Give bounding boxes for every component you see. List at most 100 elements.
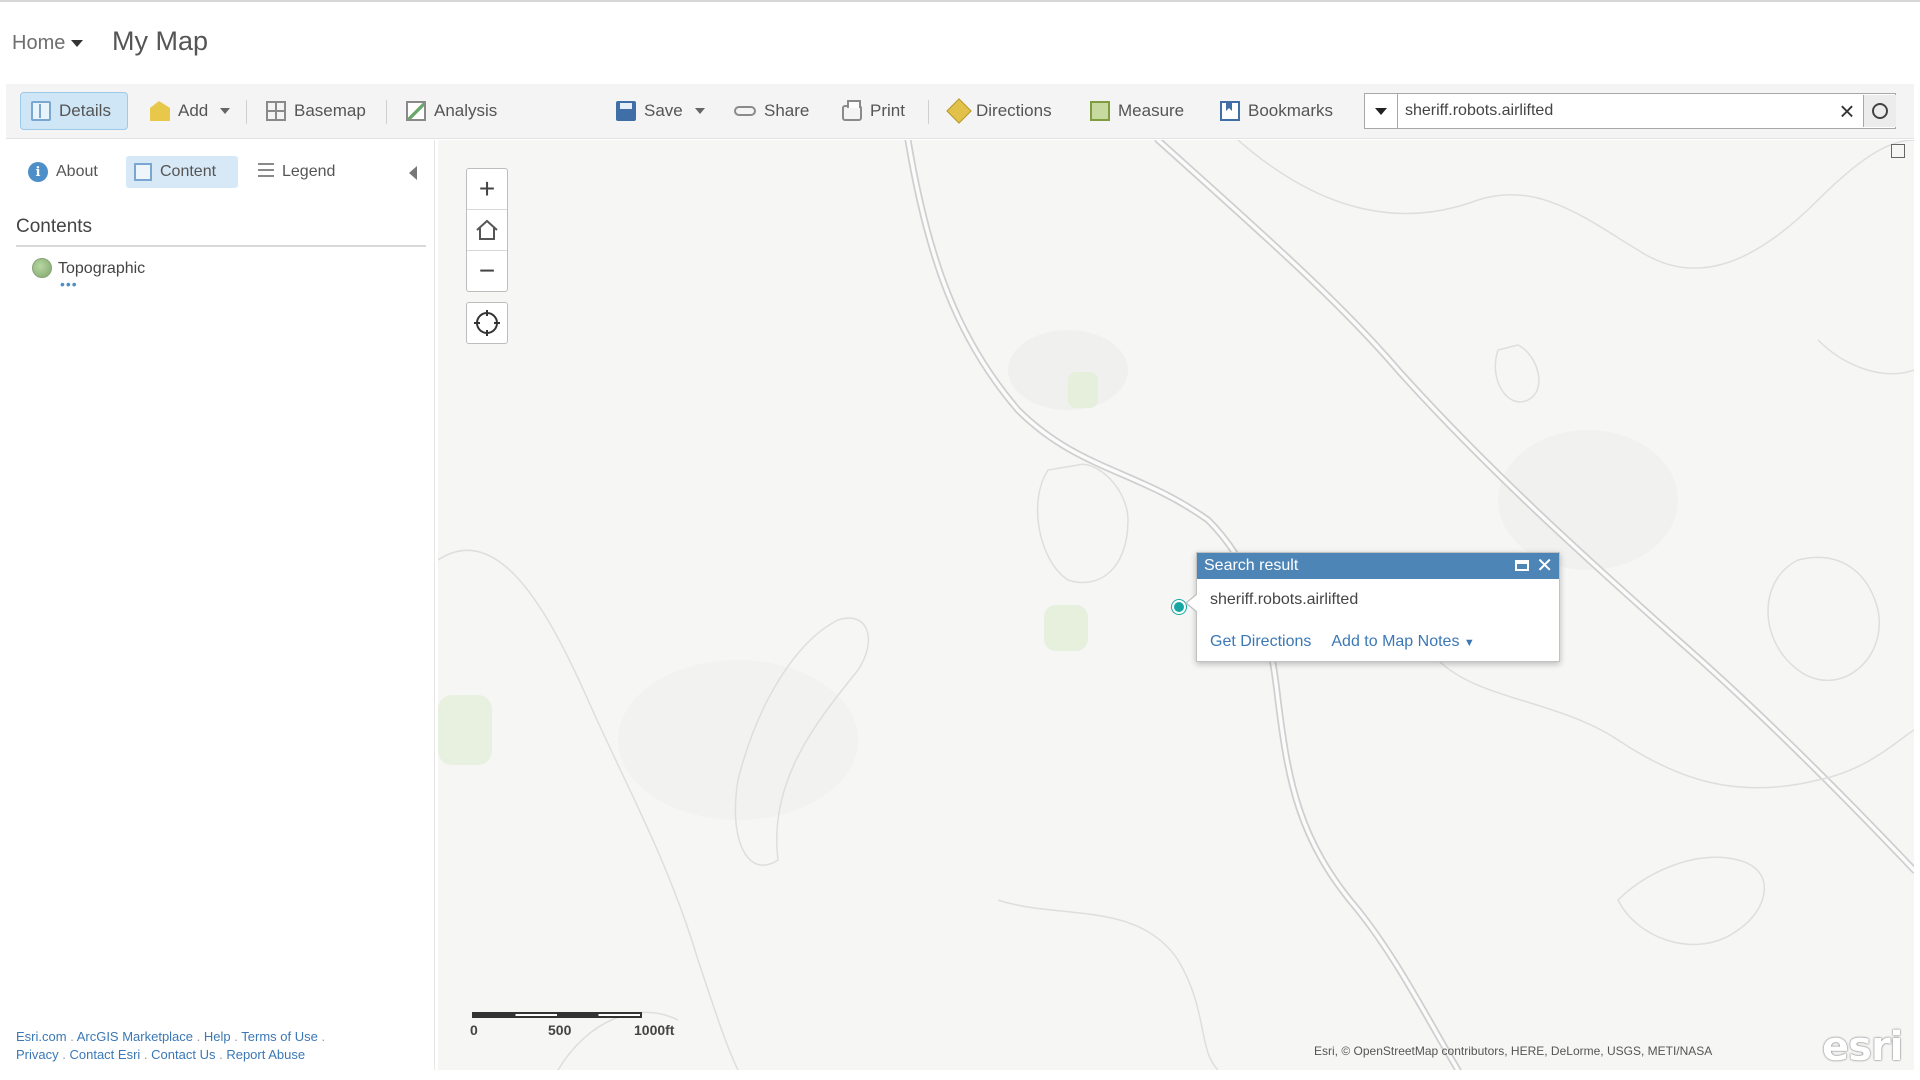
- globe-icon: [32, 258, 52, 278]
- zoom-out-button[interactable]: −: [467, 251, 507, 291]
- tab-legend[interactable]: Legend: [250, 156, 343, 188]
- maximize-icon[interactable]: [1515, 560, 1529, 571]
- scale-label: 1000ft: [634, 1022, 675, 1038]
- esri-logo[interactable]: esri: [1822, 1024, 1903, 1070]
- toolbar-divider: [386, 100, 387, 124]
- side-panel: i About Content Legend Contents Topograp…: [6, 140, 435, 1070]
- footer-link[interactable]: Report Abuse: [226, 1047, 305, 1062]
- toolbar-divider: [246, 100, 247, 124]
- save-button[interactable]: Save: [606, 92, 715, 130]
- directions-label: Directions: [976, 101, 1052, 120]
- directions-icon: [946, 98, 972, 124]
- home-label: Home: [12, 32, 66, 54]
- crosshair-icon: [474, 310, 500, 336]
- top-bar: Home My Map: [0, 0, 1920, 80]
- details-button[interactable]: Details: [20, 92, 128, 130]
- basemap-label: Basemap: [294, 101, 366, 120]
- measure-label: Measure: [1118, 101, 1185, 120]
- popup-content: sheriff.robots.airlifted: [1210, 591, 1359, 608]
- vegetation-patch: [1044, 605, 1088, 651]
- vegetation-patch: [438, 695, 492, 765]
- share-icon: [734, 106, 756, 116]
- details-label: Details: [59, 101, 111, 120]
- search-button[interactable]: [1863, 95, 1896, 127]
- home-extent-button[interactable]: [467, 210, 507, 251]
- zoom-controls: + −: [466, 168, 508, 292]
- measure-button[interactable]: Measure: [1080, 92, 1194, 130]
- locate-button[interactable]: [466, 302, 508, 344]
- add-icon: [150, 101, 170, 121]
- print-label: Print: [870, 101, 905, 120]
- add-label: Add: [178, 101, 209, 120]
- home-icon: [476, 219, 498, 240]
- footer-link[interactable]: ArcGIS Marketplace: [77, 1029, 193, 1044]
- save-icon: [616, 101, 636, 121]
- footer-link[interactable]: Help: [204, 1029, 231, 1044]
- toolbar-divider: [928, 100, 929, 124]
- vegetation-patch: [1068, 372, 1098, 408]
- close-icon[interactable]: ×: [1833, 97, 1861, 125]
- analysis-button[interactable]: Analysis: [396, 92, 507, 130]
- map-title: My Map: [112, 26, 209, 56]
- share-button[interactable]: Share: [724, 92, 819, 130]
- print-icon: [842, 100, 862, 121]
- map-attribution: Esri, © OpenStreetMap contributors, HERE…: [1314, 1044, 1713, 1058]
- collapse-panel-icon[interactable]: [409, 166, 417, 180]
- zoom-in-button[interactable]: +: [467, 169, 507, 210]
- scale-label: 500: [548, 1022, 572, 1038]
- basemap-icon: [266, 101, 286, 121]
- home-menu[interactable]: Home: [12, 32, 84, 55]
- minus-icon: −: [478, 255, 496, 286]
- layer-options-icon[interactable]: •••: [60, 276, 78, 292]
- search-result-marker[interactable]: [1172, 600, 1186, 614]
- save-label: Save: [644, 101, 683, 120]
- map-view[interactable]: + − Search result ✕ sheriff.robots.airli…: [438, 140, 1914, 1070]
- footer-link[interactable]: Contact Esri: [69, 1047, 140, 1062]
- basemap-button[interactable]: Basemap: [256, 92, 376, 130]
- chevron-down-icon: [220, 108, 231, 114]
- chevron-down-icon: [71, 40, 84, 47]
- search-input[interactable]: [1405, 96, 1825, 126]
- contents-heading: Contents: [16, 216, 93, 237]
- share-label: Share: [764, 101, 810, 120]
- search-source-dropdown[interactable]: [1365, 94, 1398, 128]
- footer-link[interactable]: Privacy: [16, 1047, 59, 1062]
- footer-link[interactable]: Contact Us: [151, 1047, 215, 1062]
- expand-icon[interactable]: [1891, 144, 1905, 158]
- popup-actions: Get Directions Add to Map Notes ▼: [1210, 633, 1475, 651]
- terrain-patch: [618, 660, 858, 820]
- tab-legend-label: Legend: [282, 163, 336, 180]
- search-result-popup: Search result ✕ sheriff.robots.airlifted…: [1185, 552, 1560, 662]
- directions-button[interactable]: Directions: [940, 92, 1062, 130]
- add-button[interactable]: Add: [140, 92, 240, 130]
- legend-icon: [258, 163, 274, 181]
- popup-title: Search result: [1204, 557, 1299, 574]
- tab-about[interactable]: i About: [20, 156, 106, 188]
- footer-link[interactable]: Terms of Use: [241, 1029, 318, 1044]
- bookmarks-label: Bookmarks: [1248, 101, 1334, 120]
- details-icon: [31, 101, 51, 121]
- chevron-down-icon: [694, 108, 705, 114]
- analysis-label: Analysis: [434, 101, 498, 120]
- chevron-down-icon: [1375, 107, 1387, 115]
- tab-content[interactable]: Content: [126, 156, 238, 188]
- tab-content-label: Content: [160, 163, 217, 180]
- footer-links: Esri.com . ArcGIS Marketplace . Help . T…: [16, 1029, 326, 1062]
- add-to-map-notes-link[interactable]: Add to Map Notes ▼: [1331, 633, 1474, 651]
- print-button[interactable]: Print: [832, 92, 915, 130]
- divider: [16, 245, 426, 247]
- scale-label: 0: [470, 1022, 478, 1038]
- bookmarks-icon: [1220, 101, 1240, 121]
- add-to-map-notes-label: Add to Map Notes: [1331, 633, 1460, 650]
- get-directions-link[interactable]: Get Directions: [1210, 633, 1311, 651]
- search-icon: [1872, 103, 1888, 119]
- bookmarks-button[interactable]: Bookmarks: [1210, 92, 1343, 130]
- search-box: ×: [1364, 93, 1896, 129]
- scale-track: [472, 1012, 642, 1018]
- measure-icon: [1090, 101, 1110, 121]
- close-icon[interactable]: ✕: [1536, 554, 1553, 578]
- popup-header: Search result ✕: [1197, 553, 1559, 579]
- content-icon: [134, 163, 152, 181]
- footer-link[interactable]: Esri.com: [16, 1029, 67, 1044]
- plus-icon: +: [478, 173, 496, 204]
